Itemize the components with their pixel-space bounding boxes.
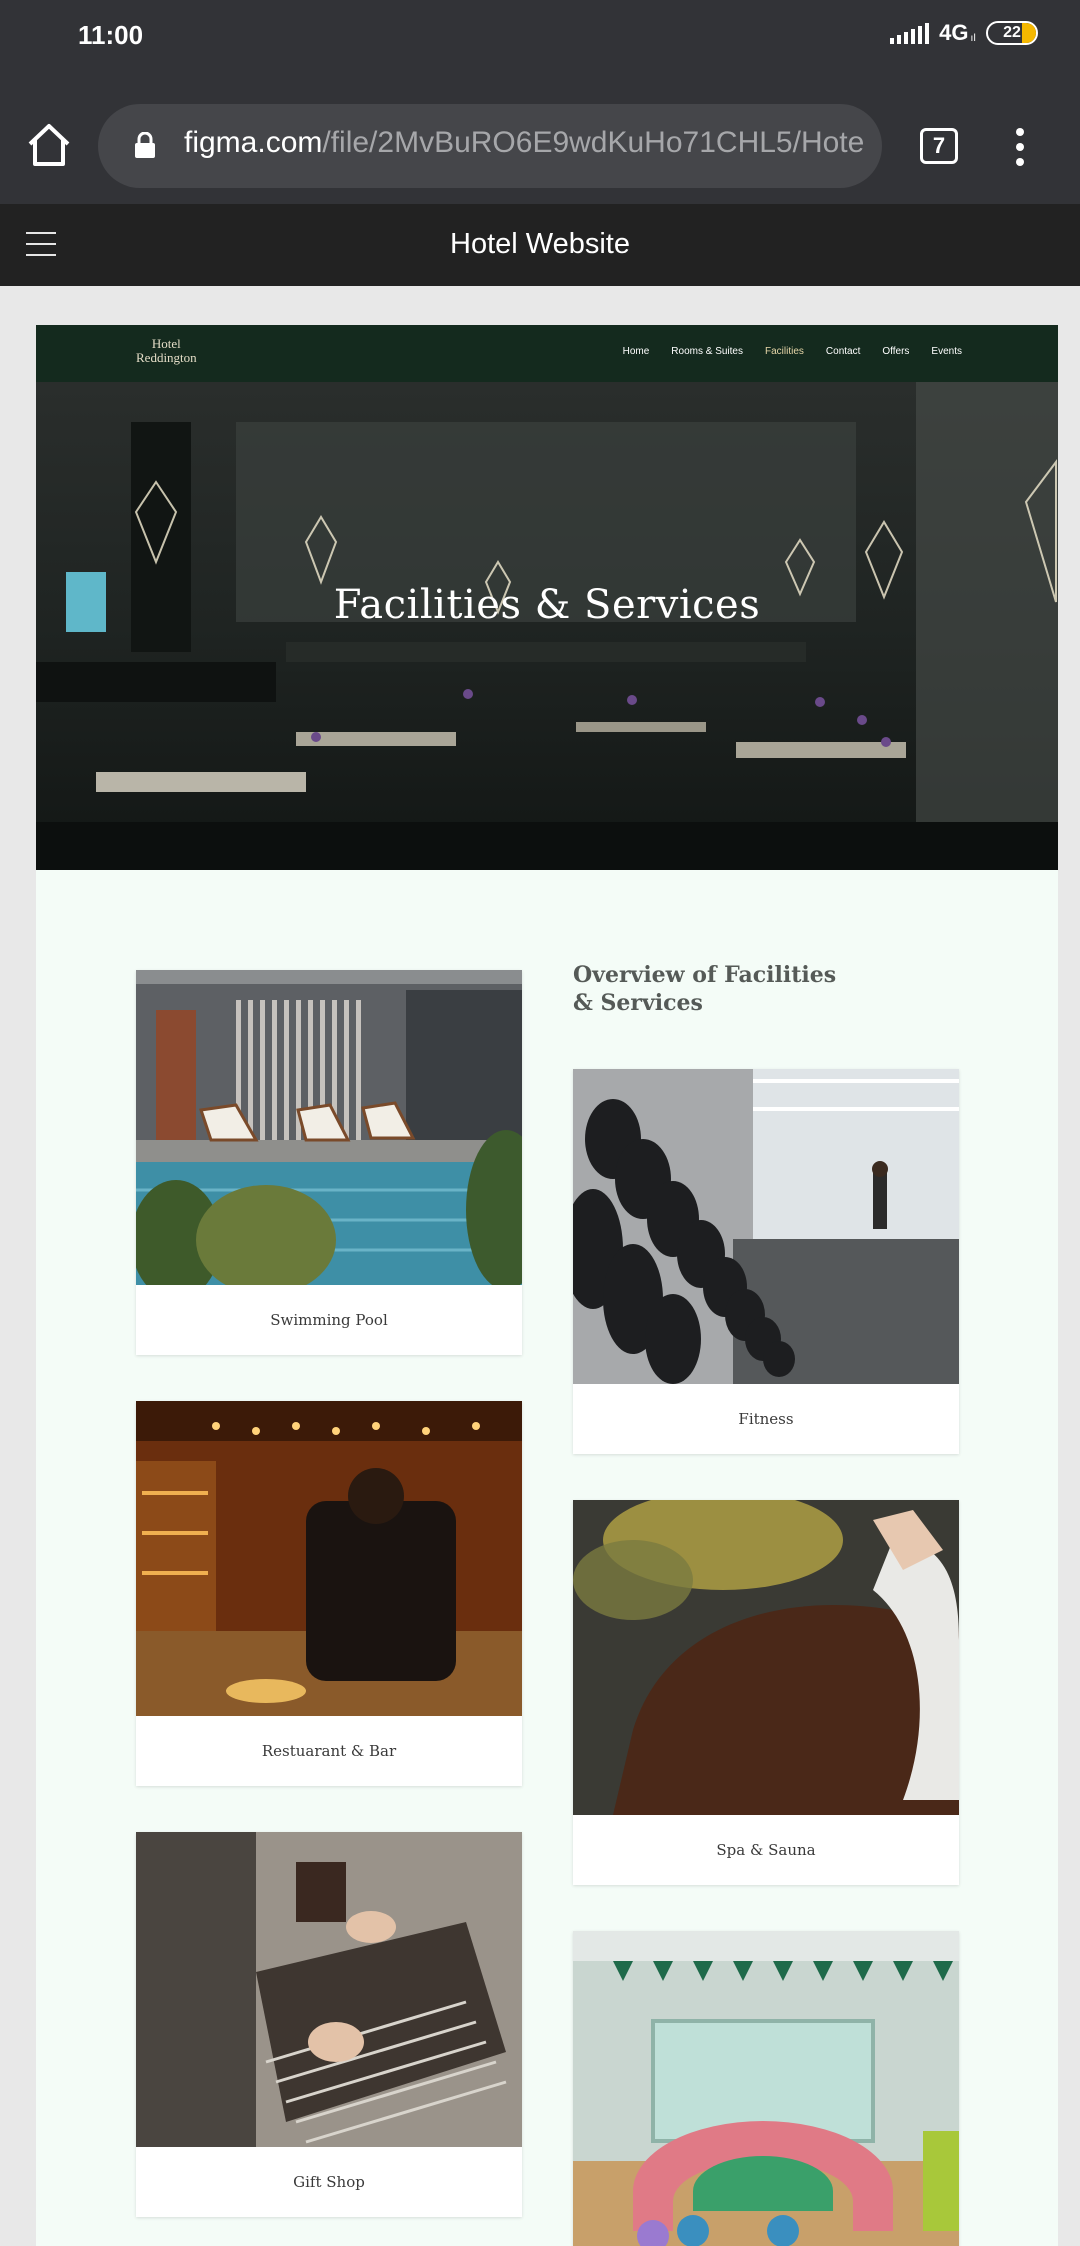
site-logo[interactable]: Hotel Reddington (136, 337, 197, 365)
site-menu: Home Rooms & Suites Facilities Contact O… (623, 346, 962, 357)
facility-card-gift-shop[interactable]: Gift Shop (136, 1832, 522, 2217)
nav-offers[interactable]: Offers (882, 346, 909, 357)
nav-contact[interactable]: Contact (826, 346, 860, 357)
restaurant-bar-photo (136, 1401, 522, 1716)
logo-line-1: Hotel (151, 336, 181, 351)
url-text[interactable]: figma.com/file/2MvBuRO6E9wdKuHo71CHL5/Ho… (184, 126, 864, 160)
facility-card-spa-sauna[interactable]: Spa & Sauna (573, 1500, 959, 1885)
url-path: /file/2MvBuRO6E9wdKuHo71CHL5/Hotel-W (322, 126, 864, 159)
facility-card-restaurant-bar[interactable]: Restuarant & Bar (136, 1401, 522, 1786)
design-frame[interactable]: Hotel Reddington Home Rooms & Suites Fac… (36, 325, 1058, 2246)
tabs-icon[interactable]: 7 (920, 128, 958, 164)
card-caption: Swimming Pool (270, 1311, 388, 1329)
nav-facilities[interactable]: Facilities (765, 346, 804, 357)
more-vert-icon[interactable] (1014, 128, 1026, 166)
section-title: Overview of Facilities & Services (573, 961, 873, 1017)
kids-area-photo (573, 1931, 959, 2246)
logo-line-2: Reddington (136, 350, 197, 365)
card-caption: Gift Shop (293, 2173, 365, 2191)
file-title: Hotel Website (450, 228, 630, 260)
spa-sauna-photo (573, 1500, 959, 1815)
card-caption: Spa & Sauna (716, 1841, 816, 1859)
facility-card-kids-area[interactable] (573, 1931, 959, 2246)
network-sub: ıl (970, 32, 976, 44)
card-caption: Fitness (738, 1410, 794, 1428)
url-host: figma.com (184, 126, 323, 159)
home-icon[interactable] (26, 122, 72, 168)
battery-level: 22 (1003, 24, 1021, 41)
swimming-pool-photo (136, 970, 522, 1285)
status-time: 11:00 (78, 20, 144, 50)
battery-icon: 22 (986, 21, 1038, 45)
status-bar: 11:00 4G ıl 22 (0, 0, 1080, 72)
status-icons: 4G ıl 22 (890, 20, 1038, 46)
signal-icon (890, 22, 930, 44)
facility-card-fitness[interactable]: Fitness (573, 1069, 959, 1454)
hero-title: Facilities & Services (333, 582, 761, 628)
nav-events[interactable]: Events (931, 346, 962, 357)
facility-card-swimming-pool[interactable]: Swimming Pool (136, 970, 522, 1355)
address-bar[interactable]: figma.com/file/2MvBuRO6E9wdKuHo71CHL5/Ho… (98, 104, 882, 188)
network-label: 4G (939, 20, 969, 45)
browser-toolbar: figma.com/file/2MvBuRO6E9wdKuHo71CHL5/Ho… (0, 72, 1080, 204)
section-title-line-2: & Services (573, 990, 703, 1016)
lock-icon (135, 132, 155, 158)
nav-home[interactable]: Home (623, 346, 650, 357)
card-caption: Restuarant & Bar (261, 1742, 397, 1760)
section-title-line-1: Overview of Facilities (573, 962, 837, 988)
hero-banner: Facilities & Services (36, 382, 1058, 870)
fitness-photo (573, 1069, 959, 1384)
site-navbar: Hotel Reddington Home Rooms & Suites Fac… (36, 325, 1058, 382)
figma-header: Hotel Website (0, 204, 1080, 286)
gift-shop-photo (136, 1832, 522, 2147)
nav-rooms-suites[interactable]: Rooms & Suites (671, 346, 743, 357)
